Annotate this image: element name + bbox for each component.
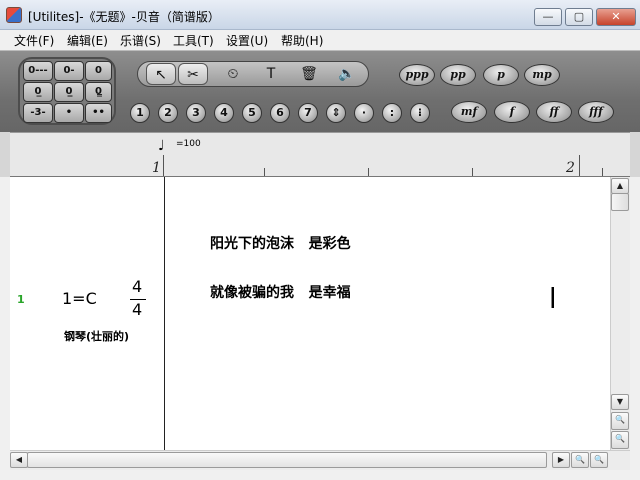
- horizontal-scroll-thumb[interactable]: [27, 452, 547, 468]
- ruler-tick: [163, 155, 164, 176]
- keypad-triplet[interactable]: -3-: [23, 103, 53, 123]
- scroll-up-button[interactable]: ▲: [611, 178, 629, 194]
- trash-icon[interactable]: 🗑: [294, 63, 324, 85]
- dynamic-ff-button[interactable]: ff: [536, 101, 572, 123]
- window-title: [Utilites]-《无题》-贝音（简谱版）: [28, 10, 220, 24]
- scroll-down-button[interactable]: ▼: [611, 394, 629, 410]
- ruler-left-margin: [0, 132, 10, 177]
- app-icon: [6, 7, 22, 23]
- keypad-sixteenth-note[interactable]: 0̲̲: [54, 82, 84, 102]
- zoom-out-icon[interactable]: 🔍: [611, 431, 629, 449]
- toolbar: 0--- 0- 0 0̲ 0̲̲ 0̳ -3- • •• ↖ ✂ ⏲ T 🗑 🔈…: [0, 50, 640, 132]
- note-7-button[interactable]: 7: [298, 103, 318, 123]
- metronome-icon[interactable]: ⏲: [218, 63, 248, 85]
- note-5-button[interactable]: 5: [242, 103, 262, 123]
- note-4-button[interactable]: 4: [214, 103, 234, 123]
- score-canvas[interactable]: [10, 177, 610, 450]
- close-button[interactable]: ✕: [596, 8, 636, 26]
- tool-strip: ↖ ✂ ⏲ T 🗑 🔈: [137, 61, 369, 87]
- dynamic-fff-button[interactable]: fff: [578, 101, 614, 123]
- ruler-tick: [602, 168, 603, 176]
- select-arrow-icon[interactable]: ↖: [146, 63, 176, 85]
- zoom-in-icon[interactable]: 🔍: [611, 412, 629, 430]
- text-cursor: [551, 287, 554, 308]
- menu-edit[interactable]: 编辑(E): [67, 32, 108, 49]
- keypad-quarter-note[interactable]: 0: [85, 61, 112, 81]
- triple-dot-button[interactable]: ⁝: [410, 103, 430, 123]
- staff-number: 1: [17, 293, 25, 306]
- vertical-scroll-thumb[interactable]: [611, 193, 629, 211]
- duration-keypad: 0--- 0- 0 0̲ 0̲̲ 0̳ -3- • ••: [18, 57, 116, 125]
- measure-number-2: 2: [566, 160, 575, 176]
- dynamic-p-button[interactable]: p: [483, 64, 519, 86]
- measure-ruler: [10, 132, 630, 177]
- horizontal-zoom-in-icon[interactable]: 🔍: [571, 452, 589, 468]
- keypad-thirtysecond-note[interactable]: 0̳: [85, 82, 112, 102]
- dynamic-mf-button[interactable]: mf: [451, 101, 487, 123]
- ruler-right-margin: [630, 132, 640, 177]
- menu-help[interactable]: 帮助(H): [281, 32, 323, 49]
- scroll-left-button[interactable]: ◀: [10, 452, 28, 468]
- minimize-button[interactable]: —: [534, 8, 562, 26]
- measure-number-1: 1: [152, 160, 161, 176]
- title-bar: [Utilites]-《无题》-贝音（简谱版） — ▢ ✕: [0, 0, 640, 30]
- key-signature[interactable]: 1=C: [62, 289, 97, 308]
- menu-file[interactable]: 文件(F): [14, 32, 54, 49]
- window-bottom-border: [0, 470, 640, 480]
- speaker-icon[interactable]: 🔈: [332, 63, 362, 85]
- frame-left: [0, 177, 10, 470]
- dynamic-pp-button[interactable]: pp: [440, 64, 476, 86]
- ruler-tick: [472, 168, 473, 176]
- note-1-button[interactable]: 1: [130, 103, 150, 123]
- time-signature-denominator[interactable]: 4: [132, 300, 142, 319]
- instrument-label[interactable]: 钢琴(壮丽的): [64, 328, 129, 344]
- frame-right: [630, 177, 640, 470]
- menu-settings[interactable]: 设置(U): [226, 32, 268, 49]
- ruler-tick: [264, 168, 265, 176]
- keypad-dot[interactable]: •: [54, 103, 84, 123]
- keypad-double-dot[interactable]: ••: [85, 103, 112, 123]
- dynamic-f-button[interactable]: f: [494, 101, 530, 123]
- double-dot-button[interactable]: :: [382, 103, 402, 123]
- note-6-button[interactable]: 6: [270, 103, 290, 123]
- keypad-whole-note[interactable]: 0---: [23, 61, 53, 81]
- menu-bar: 文件(F) 编辑(E) 乐谱(S) 工具(T) 设置(U) 帮助(H): [0, 30, 640, 50]
- dynamic-ppp-button[interactable]: ppp: [399, 64, 435, 86]
- ruler-tick: [368, 168, 369, 176]
- tempo-value: =100: [176, 139, 201, 149]
- keypad-half-note[interactable]: 0-: [54, 61, 84, 81]
- octave-toggle-icon[interactable]: ⇕: [326, 103, 346, 123]
- staff-header-divider: [164, 177, 165, 450]
- keypad-eighth-note[interactable]: 0̲: [23, 82, 53, 102]
- menu-tools[interactable]: 工具(T): [173, 32, 214, 49]
- lyric-line-1[interactable]: 阳光下的泡沫 是彩色: [210, 233, 351, 253]
- scissors-icon[interactable]: ✂: [178, 63, 208, 85]
- ruler-tick: [579, 155, 580, 176]
- octave-dot-button[interactable]: ·: [354, 103, 374, 123]
- tempo-note-icon: ♩: [158, 138, 165, 154]
- note-2-button[interactable]: 2: [158, 103, 178, 123]
- menu-score[interactable]: 乐谱(S): [120, 32, 161, 49]
- horizontal-zoom-out-icon[interactable]: 🔍: [590, 452, 608, 468]
- text-tool-icon[interactable]: T: [256, 63, 286, 85]
- scroll-right-button[interactable]: ▶: [552, 452, 570, 468]
- maximize-button[interactable]: ▢: [565, 8, 593, 26]
- time-signature-numerator[interactable]: 4: [132, 277, 142, 296]
- note-3-button[interactable]: 3: [186, 103, 206, 123]
- dynamic-mp-button[interactable]: mp: [524, 64, 560, 86]
- lyric-line-2[interactable]: 就像被骗的我 是幸福: [210, 282, 351, 302]
